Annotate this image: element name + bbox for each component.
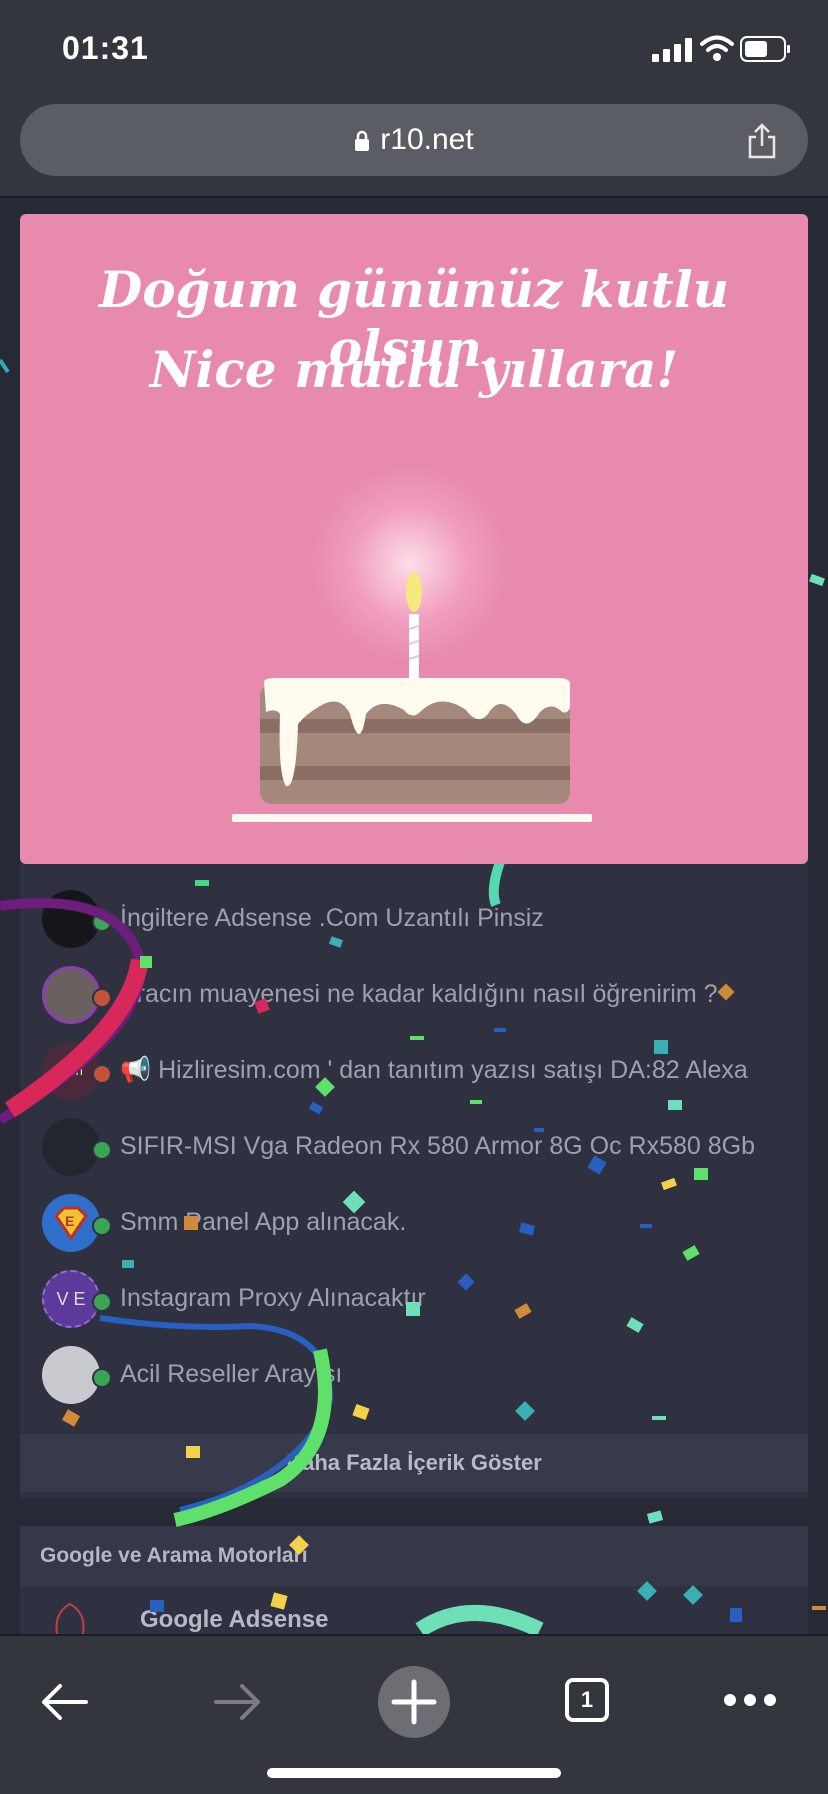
browser-bottom-toolbar: 1 <box>0 1634 828 1794</box>
plus-icon <box>391 1679 437 1725</box>
topic-title[interactable]: SIFIR-MSI Vga Radeon Rx 580 Armor 8G Oc … <box>120 1108 810 1184</box>
browser-toolbar: r10.net <box>0 92 828 198</box>
status-dot <box>92 1368 112 1388</box>
topic-row[interactable]: Acil Reseller Arayışı <box>20 1336 808 1412</box>
avatar-text: ekin <box>59 1063 83 1078</box>
topic-row[interactable]: SIFIR-MSI Vga Radeon Rx 580 Armor 8G Oc … <box>20 1108 808 1184</box>
birthday-popup[interactable]: Doğum gününüz kutlu olsun. Nice mutlu yı… <box>20 214 808 864</box>
wifi-icon <box>700 35 734 61</box>
battery-icon <box>740 36 790 62</box>
back-arrow-icon[interactable] <box>38 1680 90 1724</box>
topic-row[interactable]: Aracın muayenesi ne kadar kaldığını nası… <box>20 956 808 1032</box>
topic-title[interactable]: Aracın muayenesi ne kadar kaldığını nası… <box>120 956 810 1032</box>
more-options-icon[interactable] <box>722 1692 778 1708</box>
status-dot <box>92 912 112 932</box>
topic-title[interactable]: Smm Panel App alınacak. <box>120 1184 810 1260</box>
status-dot <box>92 1140 112 1160</box>
home-indicator[interactable] <box>267 1768 561 1778</box>
url-text: r10.net <box>380 123 474 156</box>
status-dot <box>92 1216 112 1236</box>
topic-row[interactable]: E Smm Panel App alınacak. <box>20 1184 808 1260</box>
birthday-cake-icon <box>232 572 592 822</box>
new-tab-button[interactable] <box>378 1666 450 1738</box>
topic-title[interactable]: İngiltere Adsense .Com Uzantılı Pinsiz <box>120 880 810 956</box>
status-time: 01:31 <box>62 30 149 66</box>
show-more-button[interactable]: Daha Fazla İçerik Göster <box>20 1434 808 1492</box>
status-bar: 01:31 <box>0 0 828 92</box>
forward-arrow-icon[interactable] <box>212 1680 264 1724</box>
share-icon[interactable] <box>746 122 778 160</box>
cellular-signal-icon <box>652 38 692 62</box>
lock-icon <box>355 130 370 152</box>
address-bar[interactable]: r10.net <box>20 104 808 176</box>
tab-count: 1 <box>580 1687 594 1712</box>
tabs-button[interactable]: 1 <box>565 1678 609 1722</box>
svg-text:E: E <box>65 1213 74 1229</box>
section-header[interactable]: Google ve Arama Motorları <box>20 1526 808 1586</box>
status-dot <box>92 1292 112 1312</box>
topic-title[interactable]: Instagram Proxy Alınacaktır <box>120 1260 810 1336</box>
topic-row[interactable]: İngiltere Adsense .Com Uzantılı Pinsiz <box>20 880 808 956</box>
status-dot <box>92 1064 112 1084</box>
topic-title[interactable]: Acil Reseller Arayışı <box>120 1336 810 1412</box>
topic-title[interactable]: 📢 Hizliresim.com ' dan tanıtım yazısı sa… <box>120 1032 810 1108</box>
avatar-text: V E <box>56 1289 86 1309</box>
status-dot <box>92 988 112 1008</box>
subforum-title[interactable]: Google Adsense <box>140 1606 328 1634</box>
topic-row[interactable]: V E Instagram Proxy Alınacaktır <box>20 1260 808 1336</box>
topic-row[interactable]: ekin 📢 Hizliresim.com ' dan tanıtım yazı… <box>20 1032 808 1108</box>
